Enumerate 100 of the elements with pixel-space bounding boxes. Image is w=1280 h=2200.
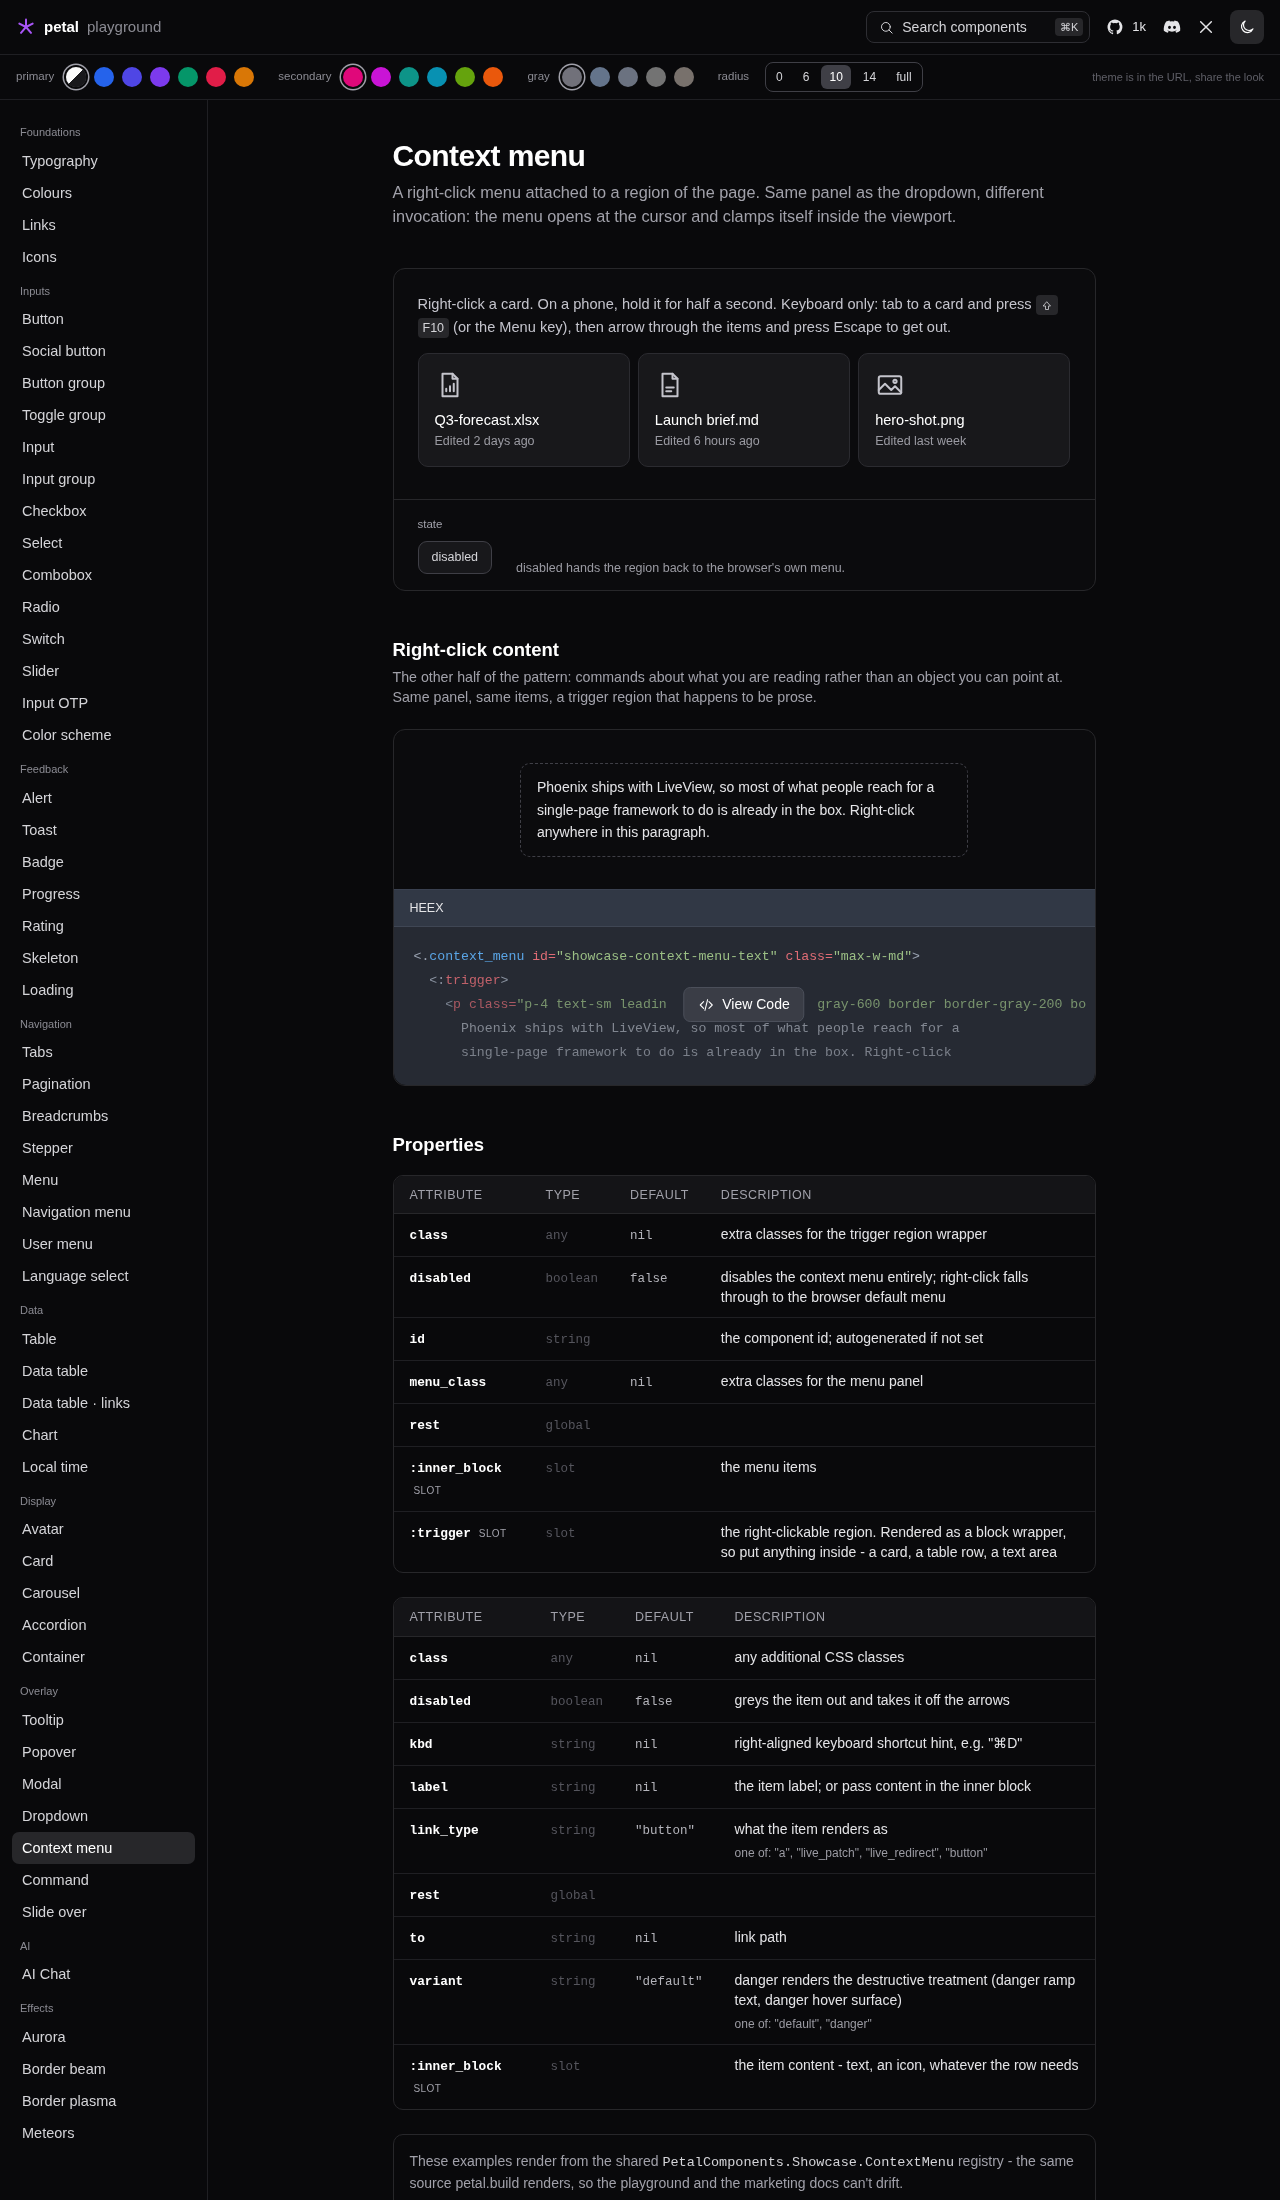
sidebar-item[interactable]: Radio [12,591,195,623]
sidebar-item[interactable]: Social button [12,335,195,367]
sidebar-item[interactable]: Data table [12,1354,195,1387]
color-swatch[interactable] [561,67,582,87]
sidebar-item[interactable]: Skeleton [12,941,195,974]
sidebar-item[interactable]: Select [12,527,195,559]
column-header: TYPE [534,1598,619,1637]
sidebar-item[interactable]: Alert [12,781,195,814]
search-field[interactable]: Search components ⌘K [866,11,1091,43]
file-card[interactable]: hero-shot.png Edited last week [858,353,1071,467]
sidebar-item[interactable]: Aurora [12,2020,195,2053]
sidebar-item[interactable]: Icons [12,240,195,273]
prose-region[interactable]: Phoenix ships with LiveView, so most of what people reach for a single-page framework to do is already in the box. Right-click anywhere in this paragraph. [520,763,968,857]
slot-tag: SLOT [413,2083,442,2095]
sidebar-item[interactable]: Combobox [12,559,195,591]
color-swatch[interactable] [483,67,504,87]
sidebar-item[interactable]: User menu [12,1228,195,1260]
sidebar-item[interactable]: Slider [12,655,195,687]
color-swatch[interactable] [234,67,255,87]
sidebar-item[interactable]: Typography [12,144,195,177]
sidebar-item[interactable]: Toggle group [12,399,195,431]
state-toggle[interactable]: disabled [417,541,493,574]
sidebar-item[interactable]: Slide over [12,1895,195,1928]
color-swatch[interactable] [645,67,666,87]
sidebar-item[interactable]: Avatar [12,1513,195,1545]
radius-option[interactable]: full [888,65,920,89]
brand-name[interactable]: petal [44,15,79,39]
color-swatch[interactable] [206,67,227,87]
sidebar-item[interactable]: Navigation menu [12,1196,195,1228]
sidebar-item[interactable]: Border beam [12,2052,195,2085]
github-link[interactable]: 1k [1106,17,1146,37]
sidebar-item[interactable]: Color scheme [12,719,195,751]
sidebar-item[interactable]: Border plasma [12,2084,195,2117]
sidebar-item[interactable]: Button group [12,367,195,399]
attribute-description: what the item renders as [734,1820,889,1840]
sidebar-item[interactable]: Breadcrumbs [12,1100,195,1132]
sidebar-item[interactable]: Meteors [12,2116,195,2149]
sidebar-heading: Inputs [19,283,51,299]
attribute-description: the right-clickable region. Rendered as a block wrapper, so put anything inside - a card, a table row, a text area [720,1523,1068,1563]
sidebar-item[interactable]: Local time [12,1450,195,1483]
sidebar-item[interactable]: Menu [12,1164,195,1196]
sidebar-item[interactable]: Carousel [12,1577,195,1609]
sidebar-item[interactable]: AI Chat [12,1958,195,1990]
color-swatch[interactable] [617,67,638,87]
color-swatch[interactable] [178,67,199,87]
sidebar-item[interactable]: Tooltip [12,1703,195,1736]
x-link[interactable] [1198,19,1214,35]
sidebar-item[interactable]: Popover [12,1735,195,1768]
radius-option[interactable]: 14 [854,65,885,89]
sidebar-item[interactable]: Input OTP [12,687,195,719]
file-card[interactable]: Launch brief.md Edited 6 hours ago [637,353,851,467]
sidebar-item[interactable]: Rating [12,909,195,942]
sidebar-item[interactable]: Data table · links [12,1386,195,1419]
sidebar-item[interactable]: Language select [12,1260,195,1292]
radius-option[interactable]: 0 [768,65,791,89]
view-code-button[interactable]: View Code [683,987,805,1023]
color-swatch[interactable] [94,67,115,87]
sidebar-heading: AI [19,1938,32,1954]
theme-toggle-button[interactable] [1230,10,1264,44]
sidebar-item[interactable]: Card [12,1545,195,1577]
sidebar-item[interactable]: Switch [12,623,195,655]
color-swatch[interactable] [427,67,448,87]
radius-option[interactable]: 10 [821,65,851,89]
sidebar-item[interactable]: Loading [12,973,195,1006]
sidebar-item[interactable]: Checkbox [12,495,195,527]
color-swatch[interactable] [343,67,364,87]
color-swatch[interactable] [150,67,171,87]
sidebar-item[interactable]: Progress [12,877,195,910]
sidebar-item[interactable]: Stepper [12,1132,195,1164]
color-swatch[interactable] [399,67,420,87]
sidebar-item[interactable]: Badge [12,845,195,878]
attribute-description: extra classes for the menu panel [720,1372,925,1392]
sidebar-item[interactable]: Button [12,303,195,335]
sidebar-item[interactable]: Colours [12,176,195,209]
color-swatch[interactable] [455,67,476,87]
file-card[interactable]: Q3-forecast.xlsx Edited 2 days ago [417,353,630,467]
color-swatch[interactable] [673,67,694,87]
sidebar-item[interactable]: Toast [12,813,195,846]
attribute-type: boolean [550,1695,603,1710]
footer-note: These examples render from the shared PetalComponents.Showcase.ContextMenu registry - the same source petal.build renders, so the playground and the marketing docs can't drift. [392,2134,1096,2200]
sidebar-item[interactable]: Table [12,1322,195,1355]
sidebar-item[interactable]: Links [12,208,195,241]
sidebar-item[interactable]: Accordion [12,1609,195,1641]
sidebar-item[interactable]: Modal [12,1767,195,1800]
sidebar-item[interactable]: Input group [12,463,195,495]
color-swatch[interactable] [66,67,87,87]
sidebar-item[interactable]: Chart [12,1418,195,1451]
sidebar-item[interactable]: Container [12,1641,195,1673]
column-header: ATTRIBUTE [393,1598,535,1637]
color-swatch[interactable] [122,67,143,87]
color-swatch[interactable] [371,67,392,87]
sidebar-item[interactable]: Command [12,1863,195,1896]
attribute-default: nil [630,1376,653,1391]
color-swatch[interactable] [589,67,610,87]
sidebar-item[interactable]: Tabs [12,1036,195,1068]
sidebar-item[interactable]: Input [12,431,195,463]
sidebar-item[interactable]: Pagination [12,1068,195,1100]
radius-option[interactable]: 6 [794,65,818,89]
sidebar-item[interactable]: Context menu [12,1831,195,1864]
sidebar-item[interactable]: Dropdown [12,1799,195,1832]
